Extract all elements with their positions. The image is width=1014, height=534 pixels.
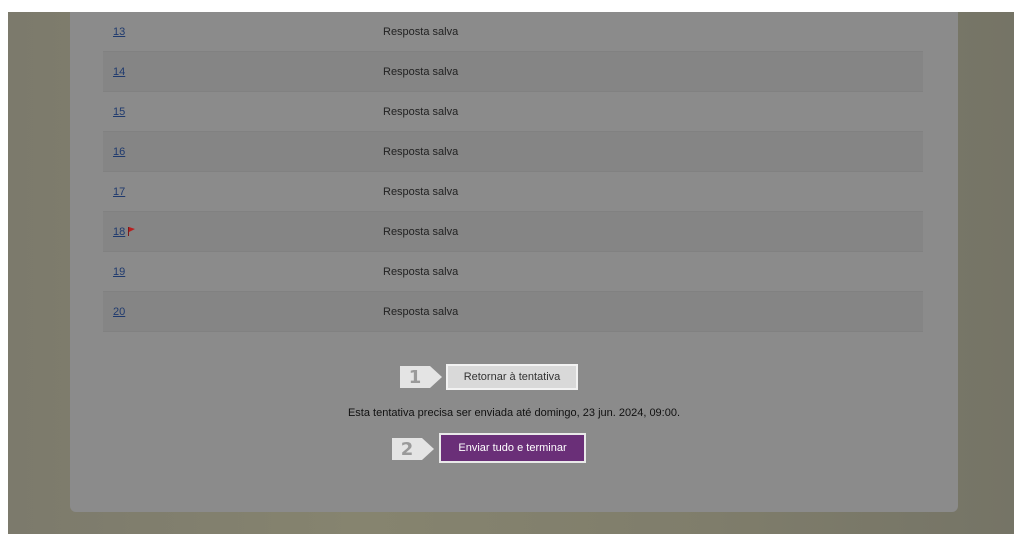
screen-overlay: 13 Resposta salva 14 Resposta salva 15 R… — [8, 12, 1014, 534]
table-row: 15 Resposta salva — [103, 92, 923, 132]
question-link[interactable]: 15 — [113, 106, 125, 118]
question-number-cell: 18 — [103, 226, 383, 238]
submit-all-and-finish-button[interactable]: Enviar tudo e terminar — [439, 433, 586, 463]
question-number-cell: 13 — [103, 26, 383, 38]
question-number-cell: 20 — [103, 306, 383, 318]
step-1-number: 1 — [400, 366, 430, 388]
deadline-text: Esta tentativa precisa ser enviada até d… — [347, 407, 681, 419]
flag-icon — [127, 227, 136, 236]
table-row: 17 Resposta salva — [103, 172, 923, 212]
step-1-arrow-icon — [430, 366, 442, 388]
question-link[interactable]: 17 — [113, 186, 125, 198]
question-status: Resposta salva — [383, 65, 459, 78]
question-number-cell: 17 — [103, 186, 383, 198]
table-row: 19 Resposta salva — [103, 252, 923, 292]
quiz-summary-card: 13 Resposta salva 14 Resposta salva 15 R… — [70, 12, 958, 512]
step-2-badge: 2 — [392, 438, 436, 460]
question-status: Resposta salva — [383, 305, 459, 318]
step-2-arrow-icon — [422, 438, 434, 460]
table-row: 13 Resposta salva — [103, 12, 923, 52]
step-2-number: 2 — [392, 438, 422, 460]
question-status: Resposta salva — [383, 225, 459, 238]
question-link[interactable]: 13 — [113, 26, 125, 38]
question-number-cell: 19 — [103, 266, 383, 278]
question-status: Resposta salva — [383, 185, 459, 198]
question-status: Resposta salva — [383, 265, 459, 278]
question-link[interactable]: 16 — [113, 146, 125, 158]
return-to-attempt-button[interactable]: Retornar à tentativa — [446, 364, 578, 390]
question-link[interactable]: 19 — [113, 266, 125, 278]
step-1-badge: 1 — [400, 366, 444, 388]
question-link[interactable]: 20 — [113, 306, 125, 318]
table-row: 14 Resposta salva — [103, 52, 923, 92]
question-status: Resposta salva — [383, 145, 459, 158]
question-number-cell: 15 — [103, 106, 383, 118]
table-row: 16 Resposta salva — [103, 132, 923, 172]
summary-table: 13 Resposta salva 14 Resposta salva 15 R… — [103, 12, 923, 332]
question-status: Resposta salva — [383, 25, 459, 38]
question-status: Resposta salva — [383, 105, 459, 118]
table-row: 20 Resposta salva — [103, 292, 923, 332]
question-number-cell: 16 — [103, 146, 383, 158]
question-link[interactable]: 18 — [113, 226, 125, 238]
question-number-cell: 14 — [103, 66, 383, 78]
table-row: 18 Resposta salva — [103, 212, 923, 252]
question-link[interactable]: 14 — [113, 66, 125, 78]
